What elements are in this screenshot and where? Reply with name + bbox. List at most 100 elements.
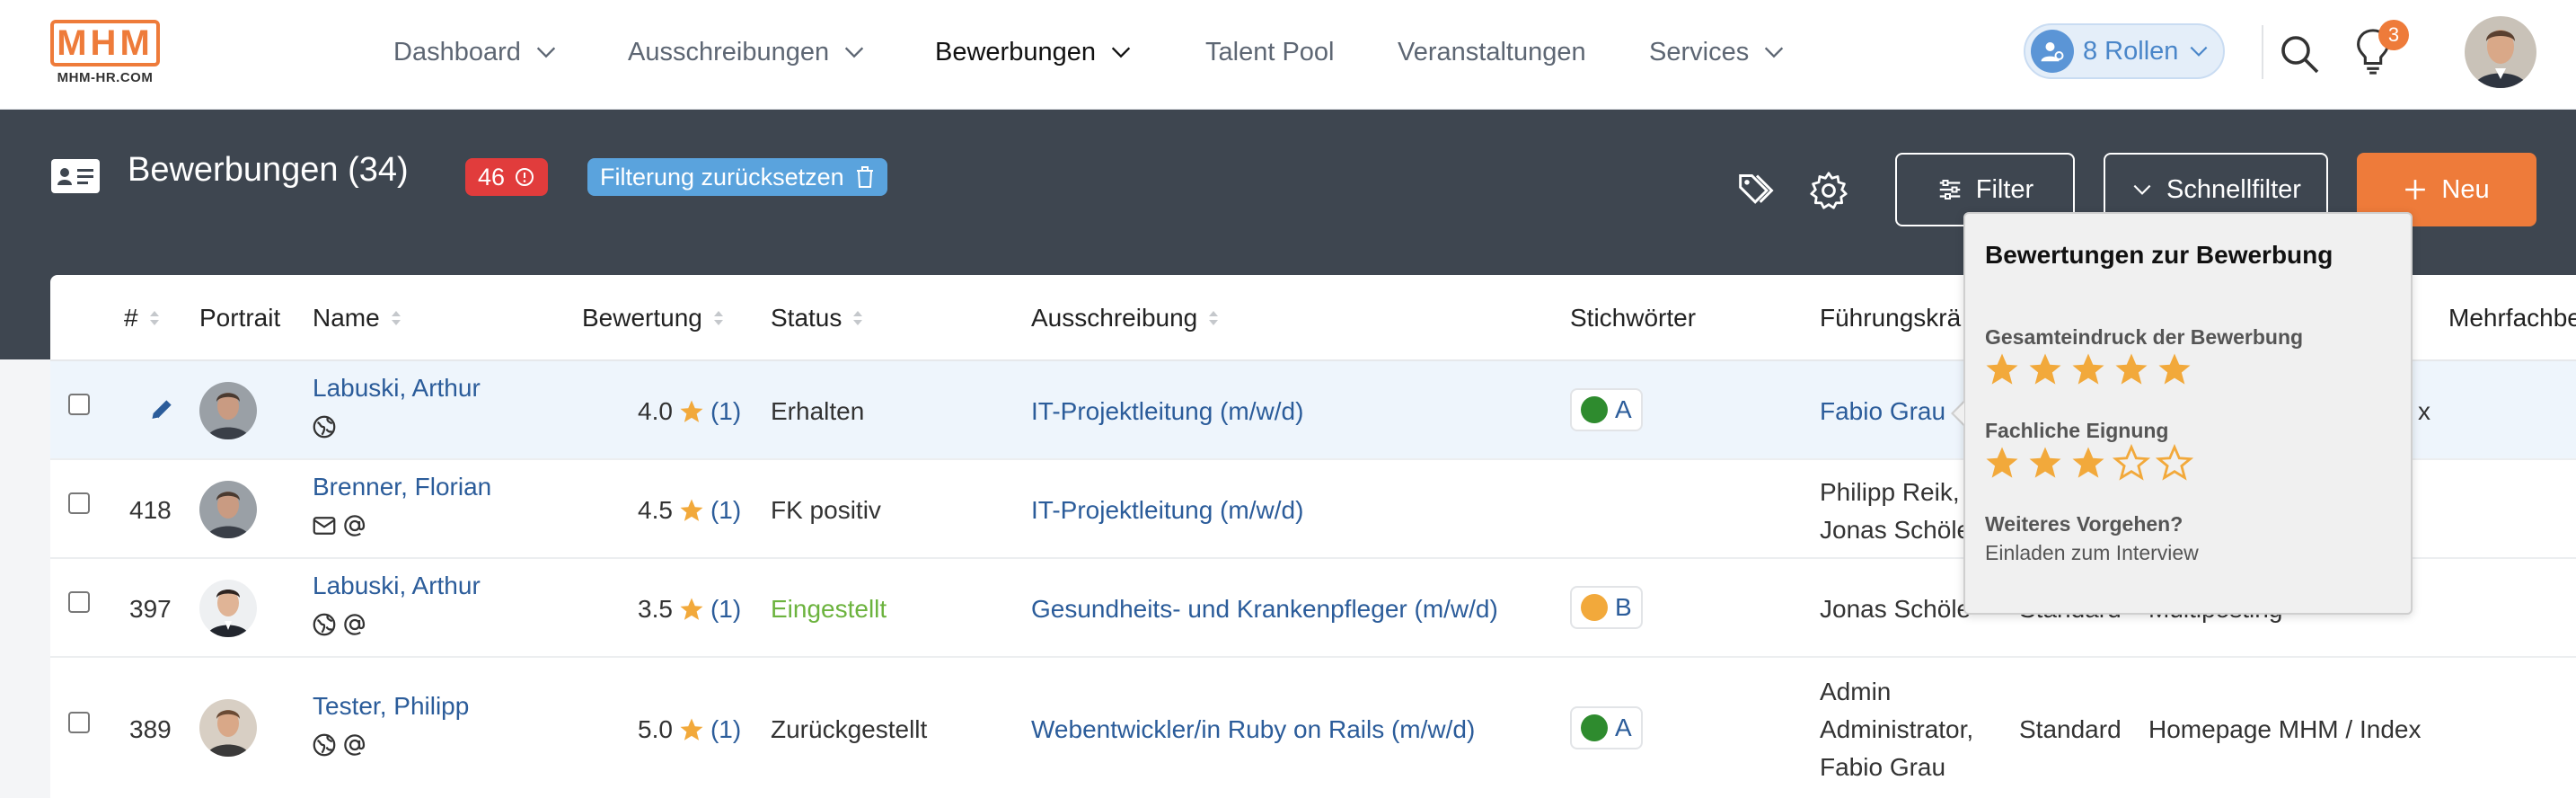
logo-box: MHM bbox=[50, 20, 160, 66]
star-empty-icon bbox=[2113, 444, 2150, 481]
plus-icon bbox=[2405, 180, 2426, 200]
lead-line: Jonas Schöle bbox=[1820, 516, 1972, 544]
user-avatar[interactable] bbox=[2465, 16, 2536, 88]
column-label: Führungskrä bbox=[1820, 304, 1962, 332]
star-filled-icon bbox=[2029, 353, 2061, 385]
applicant-name[interactable]: Tester, Philipp bbox=[313, 692, 469, 721]
column-header-status[interactable]: Status bbox=[771, 275, 865, 361]
job-link[interactable]: IT-Projektleitung (m/w/d) bbox=[1031, 496, 1303, 525]
column-header-leads: Führungskrä bbox=[1820, 275, 1961, 361]
chevron-down-icon bbox=[1111, 47, 1131, 58]
rating-value: 3.5 bbox=[638, 595, 673, 623]
keyword-tag[interactable]: A bbox=[1570, 706, 1643, 749]
nav-item-services[interactable]: Services bbox=[1649, 0, 1786, 104]
chevron-down-icon bbox=[844, 47, 864, 58]
search-icon[interactable] bbox=[2278, 32, 2321, 75]
sort-icon bbox=[391, 311, 401, 325]
column-label: Ausschreibung bbox=[1031, 304, 1198, 332]
chevron-down-icon bbox=[536, 47, 556, 58]
row-number: 418 bbox=[129, 496, 172, 524]
count-badge[interactable]: 46 bbox=[465, 158, 549, 196]
applicant-icons bbox=[311, 732, 368, 758]
status-text: Zurückgestellt bbox=[771, 715, 928, 743]
applicant-portrait bbox=[199, 699, 257, 757]
nav-item-label: Talent Pool bbox=[1205, 37, 1335, 66]
criterion-label: Gesamteindruck der Bewerbung bbox=[1985, 325, 2304, 349]
roles-label: 8 Rollen bbox=[2083, 36, 2179, 66]
rating-popover: Bewertungen zur Bewerbung Gesamteindruck… bbox=[1963, 212, 2413, 615]
rating-cell[interactable]: 4.0 (1) bbox=[638, 397, 741, 426]
alert-circle-icon bbox=[516, 168, 534, 186]
rating-value: 4.0 bbox=[638, 397, 673, 425]
column-header-number[interactable]: # bbox=[124, 275, 162, 361]
column-label: Portrait bbox=[199, 304, 281, 332]
rating-cell[interactable]: 4.5 (1) bbox=[638, 496, 741, 525]
reset-filter-button[interactable]: Filterung zurücksetzen bbox=[587, 158, 887, 196]
table-row[interactable]: 389 Tester, Philipp 5.0 (1) Zurückgestel… bbox=[50, 658, 2576, 798]
column-header-name[interactable]: Name bbox=[313, 275, 403, 361]
row-checkbox[interactable] bbox=[68, 394, 90, 415]
nav-item-talent-pool[interactable]: Talent Pool bbox=[1205, 0, 1335, 104]
row-checkbox[interactable] bbox=[68, 712, 90, 733]
star-rating bbox=[1983, 350, 2193, 388]
nav-item-label: Services bbox=[1649, 37, 1750, 66]
keyword-tag[interactable]: B bbox=[1570, 586, 1643, 629]
sort-icon bbox=[1209, 311, 1219, 325]
tags-icon[interactable] bbox=[1737, 171, 1777, 210]
roles-dropdown[interactable]: 8 Rollen bbox=[2024, 23, 2225, 79]
new-label: Neu bbox=[2441, 174, 2490, 204]
rating-count: (1) bbox=[710, 715, 742, 743]
nav-divider bbox=[2262, 25, 2263, 79]
mail-icon bbox=[313, 517, 336, 535]
nav-item-dashboard[interactable]: Dashboard bbox=[393, 0, 559, 104]
mhm-logo[interactable]: MHM MHM-HR.COM bbox=[50, 20, 160, 88]
column-header-rating[interactable]: Bewertung bbox=[582, 275, 726, 361]
rating-cell[interactable]: 3.5 (1) bbox=[638, 595, 741, 624]
column-header-portrait: Portrait bbox=[199, 275, 280, 361]
user-gear-icon bbox=[2031, 30, 2074, 73]
notification-badge: 3 bbox=[2378, 20, 2409, 50]
rating-count: (1) bbox=[710, 397, 742, 425]
at-icon bbox=[344, 734, 366, 756]
tag-label: B bbox=[1615, 593, 1632, 621]
column-header-multiposting: Mehrfachbe bbox=[2448, 275, 2576, 361]
lead-link[interactable]: Fabio Grau bbox=[1820, 397, 1945, 426]
column-label: Stichwörter bbox=[1570, 304, 1697, 332]
id-card-icon bbox=[51, 159, 100, 193]
column-label: Name bbox=[313, 304, 380, 332]
column-header-job[interactable]: Ausschreibung bbox=[1031, 275, 1221, 361]
nav-item-bewerbungen[interactable]: Bewerbungen bbox=[935, 0, 1134, 104]
quickfilter-label: Schnellfilter bbox=[2166, 174, 2301, 204]
applicant-name[interactable]: Labuski, Arthur bbox=[313, 572, 481, 600]
gear-icon[interactable] bbox=[1809, 171, 1848, 210]
job-link[interactable]: Gesundheits- und Krankenpfleger (m/w/d) bbox=[1031, 595, 1498, 624]
job-link[interactable]: IT-Projektleitung (m/w/d) bbox=[1031, 397, 1303, 426]
nav-item-ausschreibungen[interactable]: Ausschreibungen bbox=[628, 0, 867, 104]
at-icon bbox=[344, 515, 366, 536]
pencil-icon[interactable] bbox=[147, 395, 176, 424]
row-checkbox[interactable] bbox=[68, 591, 90, 613]
tag-label: A bbox=[1615, 714, 1632, 741]
star-icon bbox=[680, 499, 703, 521]
multiposting-text: x bbox=[2418, 397, 2430, 425]
row-checkbox[interactable] bbox=[68, 492, 90, 514]
rating-cell[interactable]: 5.0 (1) bbox=[638, 715, 741, 744]
applicant-portrait bbox=[199, 382, 257, 439]
applicant-name[interactable]: Brenner, Florian bbox=[313, 473, 491, 501]
status-text: Erhalten bbox=[771, 397, 865, 425]
sort-icon bbox=[149, 311, 159, 325]
lead-line: Admin bbox=[1820, 678, 1892, 705]
applicant-name[interactable]: Labuski, Arthur bbox=[313, 374, 481, 403]
applicant-icons bbox=[311, 413, 338, 440]
nav-item-veranstaltungen[interactable]: Veranstaltungen bbox=[1398, 0, 1586, 104]
star-icon bbox=[680, 718, 703, 740]
at-icon bbox=[344, 614, 366, 635]
keyword-tag[interactable]: A bbox=[1570, 388, 1643, 431]
row-number: 389 bbox=[129, 715, 172, 743]
status-text: FK positiv bbox=[771, 496, 881, 524]
rating-count: (1) bbox=[710, 496, 742, 524]
lead-line: Jonas Schöle bbox=[1820, 595, 1972, 623]
popover-arrow-inner bbox=[1954, 403, 1964, 424]
job-link[interactable]: Webentwickler/in Ruby on Rails (m/w/d) bbox=[1031, 715, 1475, 744]
criterion-label: Fachliche Eignung bbox=[1985, 419, 2169, 442]
